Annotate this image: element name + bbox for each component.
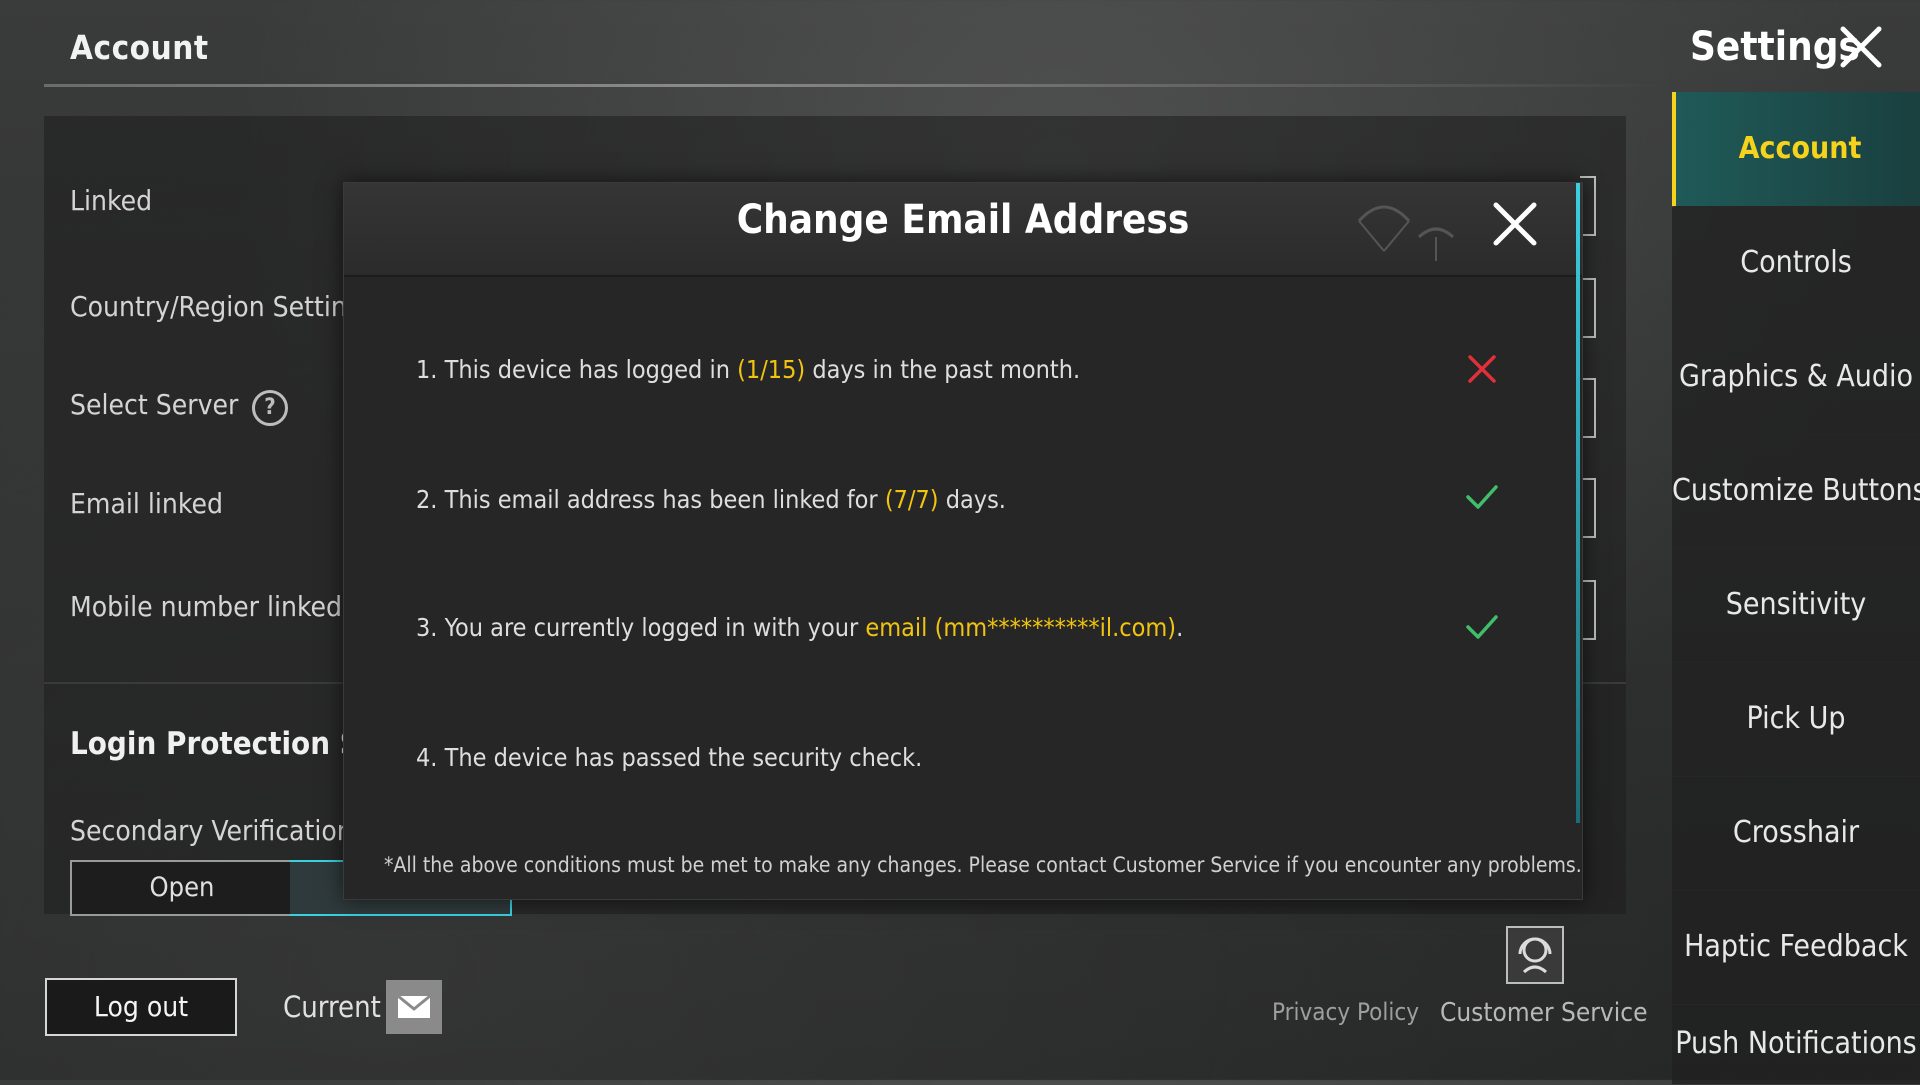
check-icon [1466, 615, 1498, 639]
condition-highlight: (1/15) [737, 355, 806, 384]
open-toggle-button[interactable]: Open [70, 860, 294, 916]
country-region-label: Country/Region Setting [70, 290, 363, 323]
condition-item: 1. This device has logged in (1/15) days… [416, 355, 1080, 384]
condition-highlight: (7/7) [884, 485, 939, 514]
sidebar-item-customize-buttons[interactable]: Customize Buttons [1672, 434, 1920, 549]
secondary-verification-label: Secondary Verification [70, 814, 353, 847]
cross-icon [1468, 355, 1496, 383]
condition-item: 3. You are currently logged in with your… [416, 613, 1183, 642]
sidebar-item-pick-up[interactable]: Pick Up [1672, 662, 1920, 777]
condition-text: days. [938, 485, 1006, 514]
condition-text: 3. You are currently logged in with your [416, 613, 866, 642]
page-title: Account [70, 28, 209, 67]
sidebar-item-sensitivity[interactable]: Sensitivity [1672, 548, 1920, 663]
sidebar-item-push-notifications[interactable]: Push Notifications [1672, 1004, 1920, 1085]
condition-text: 4. The device has passed the security ch… [416, 743, 923, 772]
sidebar-item-haptic-feedback[interactable]: Haptic Feedback [1672, 890, 1920, 1005]
customer-service-icon[interactable] [1506, 926, 1564, 984]
customer-service-link[interactable]: Customer Service [1440, 998, 1648, 1028]
email-linked-label: Email linked [70, 487, 223, 520]
settings-sidebar: Account Controls Graphics & Audio Custom… [1672, 92, 1920, 1085]
mobile-linked-label: Mobile number linked [70, 590, 343, 623]
mail-icon[interactable] [386, 980, 442, 1034]
linked-label: Linked [70, 184, 153, 217]
conditions-note: *All the above conditions must be met to… [384, 853, 1582, 877]
condition-text: . [1176, 613, 1184, 642]
condition-item: 4. The device has passed the security ch… [416, 743, 922, 772]
help-icon[interactable]: ? [252, 390, 288, 426]
sidebar-item-account[interactable]: Account [1672, 92, 1920, 207]
change-email-modal: Change Email Address 1. This device has … [343, 182, 1583, 900]
settings-close-icon[interactable] [1838, 24, 1884, 70]
parachute-icon [1357, 205, 1455, 261]
sidebar-item-controls[interactable]: Controls [1672, 206, 1920, 321]
condition-text: days in the past month. [805, 355, 1081, 384]
select-server-label: Select Server [70, 388, 239, 421]
modal-close-icon[interactable] [1490, 199, 1540, 249]
sidebar-item-graphics-audio[interactable]: Graphics & Audio [1672, 320, 1920, 435]
condition-text: 1. This device has logged in [416, 355, 738, 384]
modal-accent-bar [1576, 183, 1580, 823]
header-divider [44, 84, 1664, 87]
condition-item: 2. This email address has been linked fo… [416, 485, 1006, 514]
privacy-policy-link[interactable]: Privacy Policy [1272, 998, 1419, 1026]
condition-text: 2. This email address has been linked fo… [416, 485, 885, 514]
settings-title: Settings [1690, 24, 1860, 70]
logout-button[interactable]: Log out [45, 978, 237, 1036]
condition-highlight: email (mm**********il.com) [865, 613, 1177, 642]
check-icon [1466, 485, 1498, 509]
sidebar-item-crosshair[interactable]: Crosshair [1672, 776, 1920, 891]
current-label: Current [283, 990, 381, 1024]
